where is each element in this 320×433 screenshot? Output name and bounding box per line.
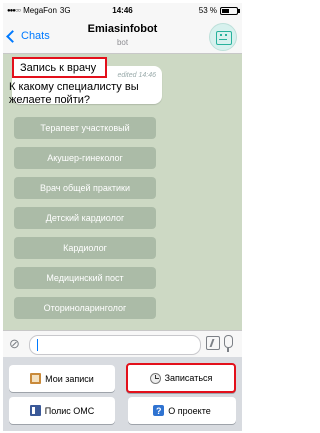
button-label: Мои записи: [45, 373, 94, 384]
button-label: О проекте: [168, 405, 211, 416]
chat-title: Emiasinfobot: [87, 23, 158, 35]
microphone-icon[interactable]: [224, 335, 233, 352]
bot-face-icon: [216, 31, 232, 45]
inline-button[interactable]: Медицинский пост: [14, 267, 156, 289]
inline-button[interactable]: Терапевт участковый: [14, 117, 156, 139]
text-caret: [37, 339, 38, 351]
bot-avatar[interactable]: [209, 23, 237, 51]
insurance-policy-button[interactable]: Полис ОМС: [9, 397, 115, 424]
id-card-icon: [29, 405, 41, 416]
highlight-box: Запись к врачу: [12, 57, 107, 78]
nav-bar: Chats Emiasinfobot bot: [3, 18, 242, 54]
book-appointment-button[interactable]: Записаться: [126, 363, 236, 393]
button-label: Записаться: [164, 373, 213, 383]
bot-commands-icon[interactable]: [206, 336, 220, 350]
inline-button[interactable]: Оториноларинголог: [14, 297, 156, 319]
reply-keyboard: Мои записи Записаться Полис ОМС ? О прое…: [3, 357, 242, 431]
attach-icon[interactable]: ⊘: [9, 336, 20, 352]
message-meta: edited 14:46: [117, 72, 156, 79]
message-title: Запись к врачу: [20, 62, 97, 74]
input-bar: ⊘: [3, 330, 242, 357]
about-project-button[interactable]: ? О проекте: [128, 397, 236, 424]
my-appointments-button[interactable]: Мои записи: [9, 365, 115, 392]
inline-button[interactable]: Детский кардиолог: [14, 207, 156, 229]
chat-area: edited 14:46 Запись к врачу К какому спе…: [3, 54, 242, 330]
message-input[interactable]: [29, 335, 201, 355]
battery-percent: 53 %: [198, 6, 217, 15]
phone-screen: ●●●○○ MegaFon 3G 14:46 53 % Chats Emiasi…: [3, 3, 242, 431]
button-label: Полис ОМС: [44, 405, 95, 416]
battery-level: [222, 8, 229, 13]
inline-button[interactable]: Кардиолог: [14, 237, 156, 259]
inline-button[interactable]: Врач общей практики: [14, 177, 156, 199]
clock-icon: [149, 372, 161, 384]
notebook-icon: [30, 373, 42, 384]
inline-button[interactable]: Акушер-гинеколог: [14, 147, 156, 169]
chat-subtitle: bot: [116, 38, 129, 47]
status-bar: ●●●○○ MegaFon 3G 14:46 53 %: [3, 3, 242, 18]
message-text: К какому специалисту вы желаете пойти?: [9, 81, 139, 106]
battery-icon: [220, 6, 240, 15]
question-icon: ?: [153, 405, 165, 416]
